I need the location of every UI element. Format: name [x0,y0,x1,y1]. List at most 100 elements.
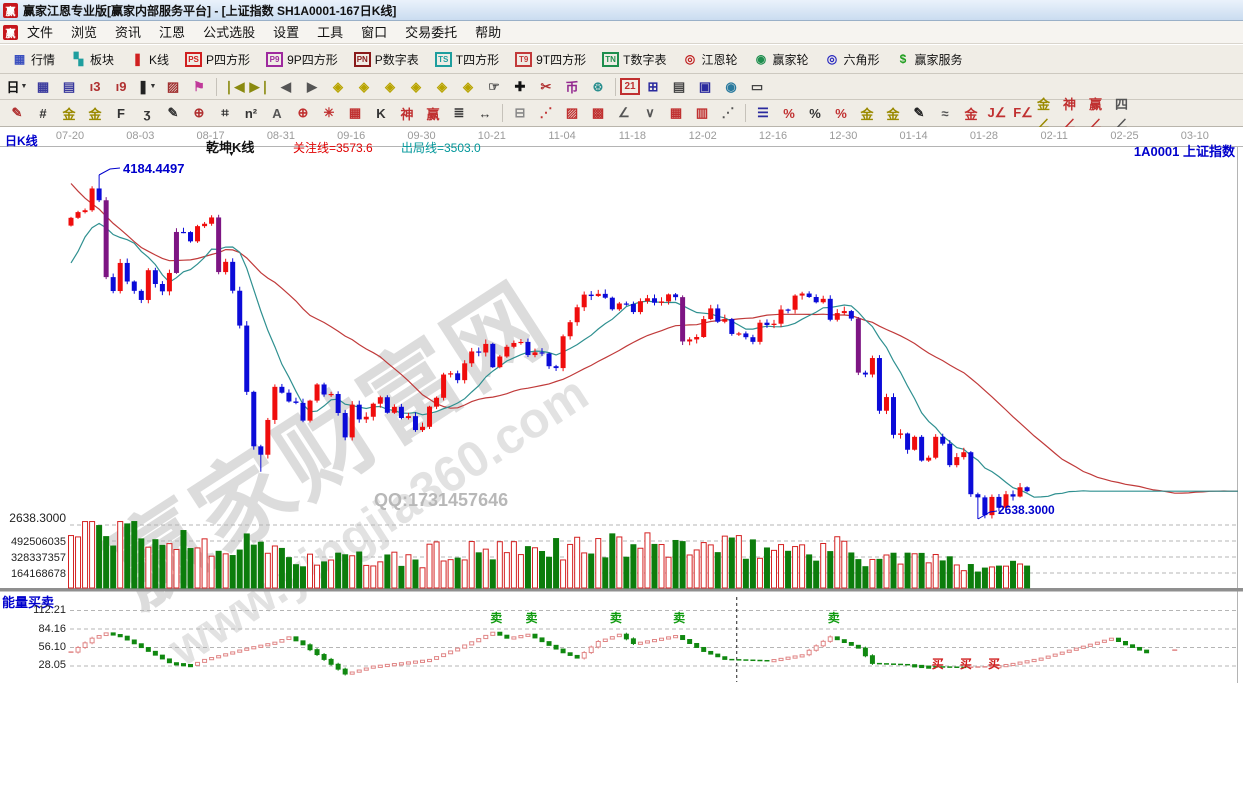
print-icon[interactable]: ▭ [744,75,770,98]
ray-fan-icon[interactable]: ⋰ [533,102,559,125]
p-square-button[interactable]: PSP四方形 [177,48,258,71]
gold-underline-icon[interactable]: 金 [958,102,984,125]
t-square-button[interactable]: TST四方形 [427,48,507,71]
crosshair-icon[interactable]: ✚ [507,75,533,98]
angle-lines-icon[interactable]: ∠ [611,102,637,125]
red-grid-icon[interactable]: ▦ [663,102,689,125]
notes-icon[interactable]: ▤ [666,75,692,98]
fibo-f-icon[interactable]: F [108,102,134,125]
menu-file[interactable]: 文件 [18,23,62,42]
gold-section2-icon[interactable]: 金 [82,102,108,125]
wave5-icon[interactable]: ʒ [134,102,160,125]
move-right-icon[interactable]: ◈ [351,75,377,98]
menu-gann[interactable]: 江恩 [150,23,194,42]
prev-page-icon[interactable]: ◀ [273,75,299,98]
p-number-button[interactable]: PNP数字表 [346,48,427,71]
t-number-button[interactable]: TNT数字表 [594,48,674,71]
winner-wheel-button[interactable]: ◉赢家轮 [745,48,816,71]
first-page-icon[interactable]: ❘◀ [221,75,247,98]
pencil-icon[interactable]: ✎ [160,102,186,125]
ying-angle-icon[interactable]: 赢∠ [1088,102,1114,125]
browser-icon[interactable]: ◉ [718,75,744,98]
menu-trade[interactable]: 交易委托 [396,23,466,42]
last-page-icon[interactable]: ▶❘ [247,75,273,98]
box-corner-icon[interactable]: ⊟ [507,102,533,125]
menu-settings[interactable]: 设置 [264,23,308,42]
quote-button[interactable]: ▦行情 [4,48,63,71]
kline-style-dropdown[interactable]: 日▼ [4,75,30,98]
purple-coin-icon[interactable]: 币 [559,75,585,98]
percent-slash-icon[interactable]: % [776,102,802,125]
calendar-icon[interactable]: 21 [620,78,640,95]
span-arrow-icon[interactable]: ↔ [472,102,498,125]
gold-line-icon[interactable]: 金 [880,102,906,125]
bars-3-icon[interactable]: ı3 [82,75,108,98]
expand-v-icon[interactable]: ◈ [429,75,455,98]
winner-service-button[interactable]: $赢家服务 [888,48,971,71]
si-angle-icon[interactable]: 四∠ [1114,102,1140,125]
j-angle-icon[interactable]: J∠ [984,102,1010,125]
menu-news[interactable]: 资讯 [106,23,150,42]
pencil-red-icon[interactable]: ✎ [4,102,30,125]
check-lines-icon[interactable]: ∨ [637,102,663,125]
gold-angle-icon[interactable]: 金∠ [1036,102,1062,125]
candle-style-dropdown[interactable]: ❚▼ [134,75,160,98]
chart-area[interactable]: 赢家财富网 www.yingjia360.com [0,127,1243,683]
cut-icon[interactable]: ✂ [533,75,559,98]
shrink-v-icon[interactable]: ◈ [455,75,481,98]
p9-square-button[interactable]: P99P四方形 [258,48,346,71]
color-flag-icon[interactable]: ⚑ [186,75,212,98]
percent-line-icon[interactable]: % [828,102,854,125]
gold-section-icon[interactable]: 金 [56,102,82,125]
target-circle-icon[interactable]: ⊕ [290,102,316,125]
p9-square-icon: P9 [266,52,283,67]
web-analysis-icon[interactable]: ⊛ [585,75,611,98]
bars-9-icon[interactable]: ı9 [108,75,134,98]
box-diagonal-icon[interactable]: ▨ [559,102,585,125]
percent-icon[interactable]: % [802,102,828,125]
gann-box-icon[interactable]: ▦ [342,102,368,125]
calculator-icon[interactable]: ⊞ [640,75,666,98]
save-icon[interactable]: ▣ [692,75,718,98]
t9-square-button[interactable]: T99T四方形 [507,48,594,71]
grid-hash-icon[interactable]: # [30,102,56,125]
ying-tool-icon[interactable]: 赢 [420,102,446,125]
wave-line-icon[interactable]: ≈ [932,102,958,125]
red-grid2-icon[interactable]: ▥ [689,102,715,125]
next-page-icon[interactable]: ▶ [299,75,325,98]
sectors-button[interactable]: ▚板块 [63,48,122,71]
shen-angle-icon[interactable]: 神∠ [1062,102,1088,125]
menu-tools[interactable]: 工具 [308,23,352,42]
volume-columns-icon[interactable]: ☰ [750,102,776,125]
date-tick-03-10: 03-10 [1173,130,1217,142]
double-grid-icon[interactable]: ⌗ [212,102,238,125]
hexagon-button[interactable]: ◎六角形 [817,48,888,71]
shen-tool-icon[interactable]: 神 [394,102,420,125]
box-dense-icon[interactable]: ▩ [585,102,611,125]
chart-window-icon[interactable]: ▦ [30,75,56,98]
info-panel-icon[interactable]: ▤ [56,75,82,98]
shrink-h-icon[interactable]: ◈ [403,75,429,98]
menu-help[interactable]: 帮助 [466,23,510,42]
menu-window[interactable]: 窗口 [352,23,396,42]
angle-a-icon[interactable]: A [264,102,290,125]
kline-type-dropdown-arrow-icon[interactable]: ▼ [228,151,235,158]
mark-pencil-icon[interactable]: ✎ [906,102,932,125]
n-square-icon[interactable]: n² [238,102,264,125]
expand-h-icon[interactable]: ◈ [377,75,403,98]
hand-drag-icon[interactable]: ☞ [481,75,507,98]
gann-circle-icon[interactable]: ⊕ [186,102,212,125]
spider-web-icon[interactable]: ✳ [316,102,342,125]
menu-formula-picker[interactable]: 公式选股 [194,23,264,42]
f-angle-icon[interactable]: F∠ [1010,102,1036,125]
gold-circle-icon[interactable]: 金 [854,102,880,125]
slash-lines-icon[interactable]: ⋰ [715,102,741,125]
pattern-box-icon[interactable]: ▨ [160,75,186,98]
kline-button[interactable]: ❚K线 [122,48,177,71]
menu-browse[interactable]: 浏览 [62,23,106,42]
t-square-button-label: T四方形 [456,51,499,68]
gann-wheel-button[interactable]: ◎江恩轮 [674,48,745,71]
ruler-123-icon[interactable]: ≣ [446,102,472,125]
move-left-icon[interactable]: ◈ [325,75,351,98]
k-mark-icon[interactable]: K [368,102,394,125]
